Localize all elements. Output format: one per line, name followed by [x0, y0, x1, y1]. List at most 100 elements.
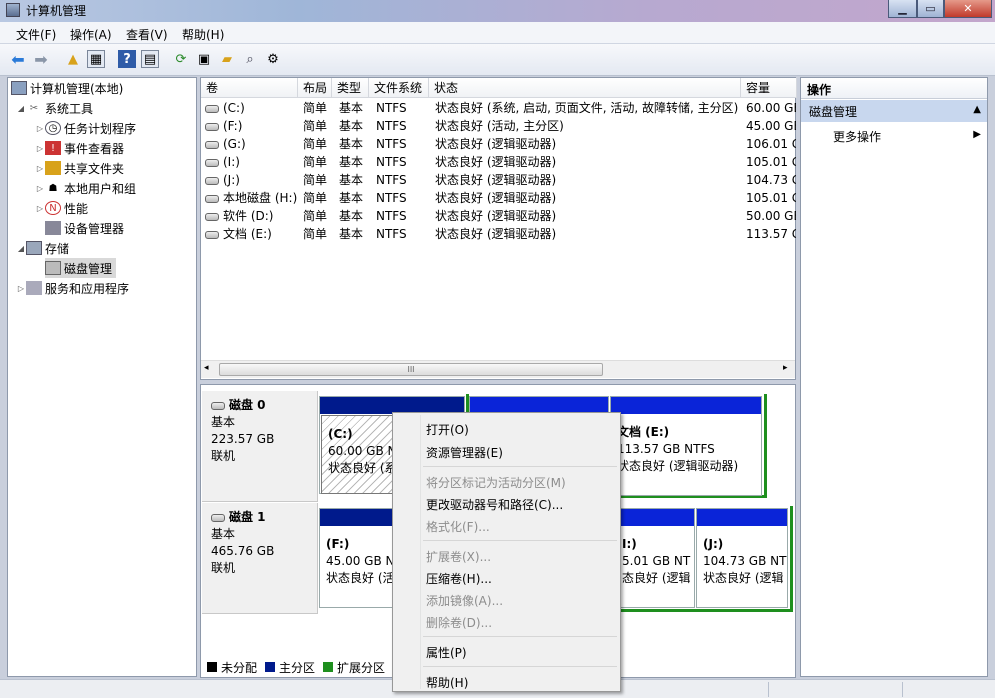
more-actions[interactable]: 更多操作 ▶ [801, 125, 987, 145]
tree-item-task-scheduler[interactable]: ▷ ◷ 任务计划程序 [35, 118, 136, 138]
menu-item-properties[interactable]: 属性(P) [426, 644, 467, 661]
collapsed-triangle-icon[interactable]: ▷ [35, 124, 45, 133]
table-cell[interactable]: 简单 [303, 225, 335, 243]
table-cell[interactable]: 状态良好 (逻辑驱动器) [435, 225, 741, 243]
disk-0-label[interactable]: 磁盘 0 基本 223.57 GB 联机 [202, 391, 318, 502]
table-cell[interactable]: (F:) [205, 117, 297, 135]
collapsed-triangle-icon[interactable]: ▷ [16, 284, 26, 293]
help-icon[interactable]: ? [118, 50, 136, 68]
column-header-capacity[interactable]: 容量 [741, 78, 797, 98]
disk-settings-icon[interactable]: ⚙ [264, 50, 282, 68]
menu-item-open[interactable]: 打开(O) [426, 421, 469, 438]
show-hide-tree-icon[interactable]: ▦ [87, 50, 105, 68]
table-cell[interactable]: 基本 [339, 135, 373, 153]
open-folder-icon[interactable]: ▰ [218, 50, 236, 68]
table-cell[interactable]: 简单 [303, 135, 335, 153]
scroll-thumb[interactable]: III [219, 363, 603, 376]
collapsed-triangle-icon[interactable]: ▷ [35, 164, 45, 173]
collapsed-triangle-icon[interactable]: ▷ [35, 204, 45, 213]
table-cell[interactable]: 基本 [339, 189, 373, 207]
back-arrow-icon[interactable]: ⬅ [9, 50, 27, 69]
table-cell[interactable]: NTFS [376, 189, 432, 207]
table-cell[interactable]: 简单 [303, 207, 335, 225]
table-cell[interactable]: 简单 [303, 99, 335, 117]
table-cell[interactable]: 105.01 G [746, 189, 796, 207]
table-cell[interactable]: 状态良好 (逻辑驱动器) [435, 189, 741, 207]
partition-i[interactable]: I:) 5.01 GB NT 态良好 (逻辑 [619, 508, 695, 608]
table-cell[interactable]: 状态良好 (逻辑驱动器) [435, 207, 741, 225]
menu-help[interactable]: 帮助(H) [182, 26, 224, 43]
table-cell[interactable]: (G:) [205, 135, 297, 153]
maximize-button[interactable]: ▭ [917, 0, 944, 18]
horizontal-scrollbar[interactable]: ◂ III ▸ [201, 360, 795, 378]
collapsed-triangle-icon[interactable]: ▷ [35, 184, 45, 193]
table-cell[interactable]: 简单 [303, 153, 335, 171]
menu-file[interactable]: 文件(F) [16, 26, 56, 43]
table-cell[interactable]: 基本 [339, 171, 373, 189]
tree-item-device-manager[interactable]: 设备管理器 [45, 218, 124, 238]
forward-arrow-icon[interactable]: ➡ [32, 50, 50, 69]
partition-e[interactable]: 文档 (E:) 113.57 GB NTFS 状态良好 (逻辑驱动器) [610, 396, 762, 496]
actions-section-disk-management[interactable]: 磁盘管理 ▲ [801, 100, 987, 122]
tree-item-storage[interactable]: ◢ 存储 [16, 238, 69, 258]
table-cell[interactable]: 简单 [303, 171, 335, 189]
menu-item-explorer[interactable]: 资源管理器(E) [426, 444, 503, 461]
scroll-left-arrow-icon[interactable]: ◂ [204, 363, 209, 373]
table-cell[interactable]: (C:) [205, 99, 297, 117]
collapse-triangle-icon[interactable]: ▲ [973, 104, 981, 115]
disk-1-label[interactable]: 磁盘 1 基本 465.76 GB 联机 [202, 503, 318, 614]
table-cell[interactable]: 软件 (D:) [205, 207, 297, 225]
column-header-layout[interactable]: 布局 [298, 78, 332, 98]
tree-item-system-tools[interactable]: ◢ ✂ 系统工具 [16, 98, 93, 118]
table-cell[interactable]: 45.00 GB [746, 117, 796, 135]
search-icon[interactable]: ⌕ [241, 50, 259, 68]
table-cell[interactable]: 状态良好 (逻辑驱动器) [435, 171, 741, 189]
scroll-right-arrow-icon[interactable]: ▸ [783, 363, 788, 373]
table-cell[interactable]: 基本 [339, 207, 373, 225]
table-cell[interactable]: 简单 [303, 117, 335, 135]
menu-action[interactable]: 操作(A) [70, 26, 112, 43]
table-cell[interactable]: NTFS [376, 135, 432, 153]
table-cell[interactable]: 60.00 GB [746, 99, 796, 117]
table-cell[interactable]: 状态良好 (逻辑驱动器) [435, 153, 741, 171]
menu-item-shrink-volume[interactable]: 压缩卷(H)... [426, 570, 492, 587]
menu-item-help[interactable]: 帮助(H) [426, 674, 468, 691]
expanded-triangle-icon[interactable]: ◢ [16, 244, 26, 253]
table-cell[interactable]: NTFS [376, 207, 432, 225]
menu-item-change-drive-letter[interactable]: 更改驱动器号和路径(C)... [426, 496, 563, 513]
close-button[interactable]: ✕ [944, 0, 992, 18]
table-cell[interactable]: 50.00 GB [746, 207, 796, 225]
refresh-icon[interactable]: ⟳ [172, 50, 190, 68]
menu-view[interactable]: 查看(V) [126, 26, 168, 43]
partition-j[interactable]: (J:) 104.73 GB NT 状态良好 (逻辑 [696, 508, 788, 608]
expanded-triangle-icon[interactable]: ◢ [16, 104, 26, 113]
tree-item-shared-folders[interactable]: ▷ 共享文件夹 [35, 158, 124, 178]
tree-item-performance[interactable]: ▷ N 性能 [35, 198, 88, 218]
table-cell[interactable]: NTFS [376, 99, 432, 117]
table-cell[interactable]: 状态良好 (活动, 主分区) [435, 117, 741, 135]
properties-icon[interactable]: ▣ [195, 50, 213, 68]
table-cell[interactable]: 基本 [339, 153, 373, 171]
table-cell[interactable]: 基本 [339, 117, 373, 135]
console-tree-icon[interactable]: ▤ [141, 50, 159, 68]
table-cell[interactable]: 本地磁盘 (H:) [205, 189, 297, 207]
table-cell[interactable]: 104.73 G [746, 171, 796, 189]
table-cell[interactable]: 状态良好 (逻辑驱动器) [435, 135, 741, 153]
table-cell[interactable]: 基本 [339, 99, 373, 117]
table-cell[interactable]: (J:) [205, 171, 297, 189]
table-cell[interactable]: (I:) [205, 153, 297, 171]
table-cell[interactable]: NTFS [376, 153, 432, 171]
table-cell[interactable]: 状态良好 (系统, 启动, 页面文件, 活动, 故障转储, 主分区) [435, 99, 741, 117]
tree-item-disk-management[interactable]: 磁盘管理 [45, 258, 117, 278]
table-cell[interactable]: NTFS [376, 171, 432, 189]
table-cell[interactable]: 105.01 G [746, 153, 796, 171]
table-cell[interactable]: 基本 [339, 225, 373, 243]
column-header-type[interactable]: 类型 [332, 78, 369, 98]
collapsed-triangle-icon[interactable]: ▷ [35, 144, 45, 153]
table-cell[interactable]: NTFS [376, 117, 432, 135]
tree-item-event-viewer[interactable]: ▷ ! 事件查看器 [35, 138, 124, 158]
minimize-button[interactable]: ▁ [888, 0, 917, 18]
tree-item-services-apps[interactable]: ▷ 服务和应用程序 [16, 278, 129, 298]
table-cell[interactable]: NTFS [376, 225, 432, 243]
tree-item-computer-management[interactable]: 计算机管理(本地) [11, 78, 123, 98]
